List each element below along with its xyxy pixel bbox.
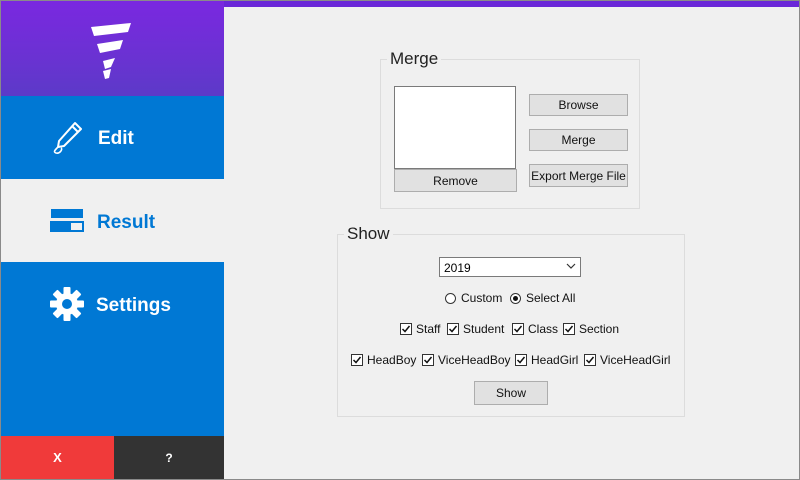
radio-select-all[interactable]: Select All: [510, 291, 575, 305]
check-icon: [352, 356, 362, 364]
chevron-down-icon: [566, 263, 576, 269]
checkbox-viceheadboy[interactable]: ViceHeadBoy: [422, 353, 511, 367]
checkbox-section[interactable]: Section: [563, 322, 619, 336]
checkbox-headgirl[interactable]: HeadGirl: [515, 353, 578, 367]
check-icon: [423, 356, 433, 364]
check-icon: [448, 325, 458, 333]
radio-custom[interactable]: Custom: [445, 291, 502, 305]
checkbox-student[interactable]: Student: [447, 322, 504, 336]
checkbox-indicator: [351, 354, 363, 366]
radio-indicator: [445, 292, 456, 304]
checkbox-indicator: [447, 323, 459, 335]
check-icon: [564, 325, 574, 333]
help-button[interactable]: ?: [114, 436, 224, 479]
checkbox-indicator: [422, 354, 434, 366]
radio-label: Custom: [461, 291, 503, 305]
remove-button[interactable]: Remove: [394, 169, 517, 192]
sidebar-item-label: Settings: [96, 295, 171, 316]
checkbox-label: Section: [579, 322, 620, 336]
sidebar-item-label: Edit: [98, 128, 134, 149]
app-logo-icon: [91, 23, 131, 79]
merge-file-list[interactable]: [394, 86, 516, 169]
checkbox-label: Staff: [416, 322, 441, 336]
sidebar-item-settings[interactable]: Settings: [1, 262, 224, 437]
pencil-icon: [53, 122, 82, 154]
browse-button[interactable]: Browse: [529, 94, 628, 116]
main-panel: Merge Remove Browse Merge Export Merge F…: [224, 7, 799, 479]
show-button[interactable]: Show: [474, 381, 548, 405]
checkbox-viceheadgirl[interactable]: ViceHeadGirl: [584, 353, 670, 367]
merge-button[interactable]: Merge: [529, 129, 628, 151]
checkbox-indicator: [400, 323, 412, 335]
sidebar-item-edit[interactable]: Edit: [1, 96, 224, 179]
list-bars-icon: [50, 209, 84, 232]
check-icon: [516, 356, 526, 364]
export-merge-file-button[interactable]: Export Merge File: [529, 164, 628, 187]
sidebar-item-result[interactable]: Result: [1, 179, 224, 262]
check-icon: [585, 356, 595, 364]
checkbox-label: ViceHeadGirl: [600, 353, 671, 367]
checkbox-staff[interactable]: Staff: [400, 322, 440, 336]
checkbox-label: HeadBoy: [367, 353, 417, 367]
logo-header: [1, 1, 224, 96]
checkbox-class[interactable]: Class: [512, 322, 558, 336]
year-value: 2019: [444, 261, 471, 275]
checkbox-label: ViceHeadBoy: [438, 353, 511, 367]
show-title: Show: [347, 224, 390, 243]
year-select[interactable]: 2019: [439, 257, 581, 277]
checkbox-headboy[interactable]: HeadBoy: [351, 353, 416, 367]
radio-label: Select All: [526, 291, 576, 305]
checkbox-indicator: [584, 354, 596, 366]
checkbox-label: Class: [528, 322, 559, 336]
close-button[interactable]: X: [1, 436, 114, 479]
radio-indicator: [510, 292, 521, 304]
sidebar: Edit Result Settings X ?: [1, 1, 224, 479]
checkbox-indicator: [515, 354, 527, 366]
checkbox-label: HeadGirl: [531, 353, 579, 367]
check-icon: [513, 325, 523, 333]
checkbox-indicator: [512, 323, 524, 335]
check-icon: [401, 325, 411, 333]
sidebar-item-label: Result: [97, 212, 156, 233]
checkbox-indicator: [563, 323, 575, 335]
gear-icon: [50, 287, 84, 321]
merge-title: Merge: [390, 49, 439, 68]
checkbox-label: Student: [463, 322, 505, 336]
